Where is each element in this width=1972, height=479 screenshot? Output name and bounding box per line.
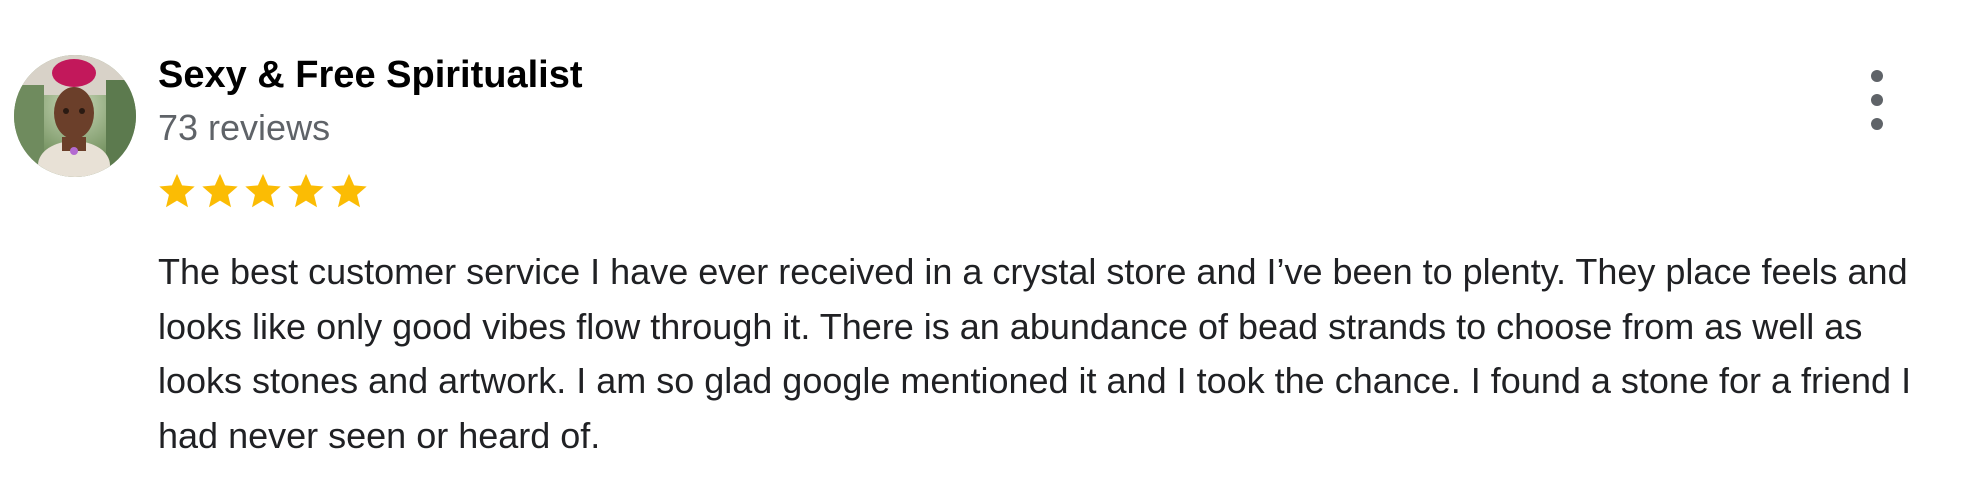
more-vert-icon [1871,70,1883,82]
more-options-button[interactable] [1862,70,1892,130]
avatar[interactable] [14,55,136,177]
star-rating [156,170,370,212]
review-text: The best customer service I have ever re… [158,251,1912,456]
more-vert-icon-dot [1871,94,1883,106]
star-icon [288,173,324,208]
star-icon [159,173,195,208]
star-icon [202,173,238,208]
more-vert-icon-dot [1871,118,1883,130]
author-name[interactable]: Sexy & Free Spiritualist [158,54,583,97]
star-icon [245,173,281,208]
review-card: Sexy & Free Spiritualist 73 reviews The … [0,0,1972,479]
star-icon [331,173,367,208]
review-count[interactable]: 73 reviews [158,107,330,149]
avatar-photo [14,55,136,177]
